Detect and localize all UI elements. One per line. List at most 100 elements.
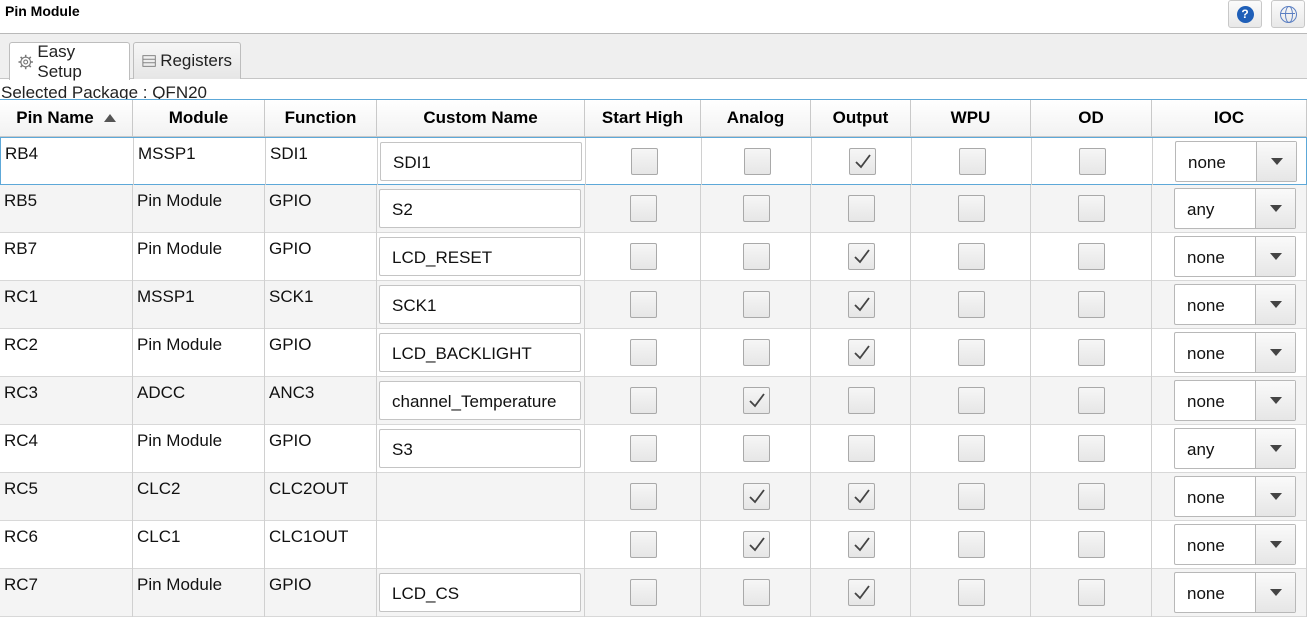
output-checkbox[interactable] [848,579,875,606]
od-checkbox[interactable] [1078,387,1105,414]
custom-name-input[interactable]: LCD_CS [379,573,581,612]
output-checkbox[interactable] [848,387,875,414]
dropdown-button[interactable] [1256,142,1296,181]
wpu-checkbox[interactable] [958,531,985,558]
analog-checkbox[interactable] [743,579,770,606]
output-checkbox[interactable] [848,531,875,558]
wpu-checkbox[interactable] [958,243,985,270]
globe-button[interactable] [1271,0,1305,28]
wpu-checkbox[interactable] [958,435,985,462]
wpu-checkbox[interactable] [958,339,985,366]
column-header-start-high[interactable]: Start High [585,100,701,137]
od-checkbox[interactable] [1078,435,1105,462]
ioc-dropdown[interactable]: any [1174,188,1296,229]
analog-checkbox[interactable] [743,195,770,222]
ioc-dropdown[interactable]: any [1174,428,1296,469]
output-checkbox[interactable] [849,148,876,175]
custom-name-input[interactable]: channel_Temperature [379,381,581,420]
analog-checkbox[interactable] [743,339,770,366]
wpu-checkbox[interactable] [958,579,985,606]
custom-name-input[interactable]: S3 [379,429,581,468]
custom-name-input[interactable]: SDI1 [380,142,582,181]
dropdown-button[interactable] [1255,333,1295,372]
help-button[interactable]: ? [1228,0,1262,28]
table-row[interactable]: RB4 MSSP1 SDI1 SDI1 none [0,137,1307,186]
wpu-checkbox[interactable] [958,483,985,510]
analog-checkbox[interactable] [743,483,770,510]
output-checkbox[interactable] [848,435,875,462]
output-checkbox[interactable] [848,195,875,222]
dropdown-button[interactable] [1255,237,1295,276]
start-high-checkbox[interactable] [630,483,657,510]
dropdown-button[interactable] [1255,573,1295,612]
od-checkbox[interactable] [1078,579,1105,606]
start-high-checkbox[interactable] [630,291,657,318]
tab-easy-setup[interactable]: Easy Setup [9,42,130,81]
ioc-dropdown[interactable]: none [1174,380,1296,421]
start-high-checkbox[interactable] [630,243,657,270]
start-high-checkbox[interactable] [631,148,658,175]
dropdown-button[interactable] [1255,381,1295,420]
analog-checkbox[interactable] [743,531,770,558]
start-high-checkbox[interactable] [630,195,657,222]
start-high-checkbox[interactable] [630,339,657,366]
od-checkbox[interactable] [1078,339,1105,366]
wpu-checkbox[interactable] [959,148,986,175]
wpu-checkbox[interactable] [958,195,985,222]
column-header-analog[interactable]: Analog [701,100,811,137]
dropdown-button[interactable] [1255,525,1295,564]
start-high-checkbox[interactable] [630,531,657,558]
dropdown-button[interactable] [1255,429,1295,468]
cell-custom-name[interactable] [377,473,585,521]
table-row[interactable]: RB7 Pin Module GPIO LCD_RESET none [0,233,1307,281]
wpu-checkbox[interactable] [958,387,985,414]
ioc-dropdown[interactable]: none [1174,284,1296,325]
tab-registers[interactable]: Registers [133,42,241,79]
column-header-ioc[interactable]: IOC [1152,100,1307,137]
analog-checkbox[interactable] [743,435,770,462]
table-row[interactable]: RC1 MSSP1 SCK1 SCK1 none [0,281,1307,329]
cell-custom-name[interactable] [377,521,585,569]
table-row[interactable]: RC6 CLC1 CLC1OUT none [0,521,1307,569]
output-checkbox[interactable] [848,291,875,318]
table-row[interactable]: RC2 Pin Module GPIO LCD_BACKLIGHT none [0,329,1307,377]
ioc-dropdown[interactable]: none [1174,524,1296,565]
table-row[interactable]: RC3 ADCC ANC3 channel_Temperature none [0,377,1307,425]
wpu-checkbox[interactable] [958,291,985,318]
ioc-dropdown[interactable]: none [1174,476,1296,517]
od-checkbox[interactable] [1078,195,1105,222]
table-row[interactable]: RC7 Pin Module GPIO LCD_CS none [0,569,1307,617]
table-row[interactable]: RC4 Pin Module GPIO S3 any [0,425,1307,473]
column-header-wpu[interactable]: WPU [911,100,1031,137]
analog-checkbox[interactable] [743,291,770,318]
analog-checkbox[interactable] [743,387,770,414]
start-high-checkbox[interactable] [630,435,657,462]
ioc-dropdown[interactable]: none [1174,572,1296,613]
od-checkbox[interactable] [1078,531,1105,558]
custom-name-input[interactable]: S2 [379,189,581,228]
start-high-checkbox[interactable] [630,579,657,606]
dropdown-button[interactable] [1255,189,1295,228]
ioc-dropdown[interactable]: none [1175,141,1297,182]
od-checkbox[interactable] [1078,243,1105,270]
column-header-custom-name[interactable]: Custom Name [377,100,585,137]
custom-name-input[interactable]: LCD_BACKLIGHT [379,333,581,372]
ioc-dropdown[interactable]: none [1174,332,1296,373]
dropdown-button[interactable] [1255,477,1295,516]
analog-checkbox[interactable] [743,243,770,270]
column-header-output[interactable]: Output [811,100,911,137]
column-header-od[interactable]: OD [1031,100,1152,137]
custom-name-input[interactable]: SCK1 [379,285,581,324]
column-header-pin-name[interactable]: Pin Name [0,100,133,137]
analog-checkbox[interactable] [744,148,771,175]
dropdown-button[interactable] [1255,285,1295,324]
column-header-function[interactable]: Function [265,100,377,137]
od-checkbox[interactable] [1078,291,1105,318]
od-checkbox[interactable] [1079,148,1106,175]
table-row[interactable]: RC5 CLC2 CLC2OUT none [0,473,1307,521]
output-checkbox[interactable] [848,483,875,510]
output-checkbox[interactable] [848,339,875,366]
ioc-dropdown[interactable]: none [1174,236,1296,277]
od-checkbox[interactable] [1078,483,1105,510]
start-high-checkbox[interactable] [630,387,657,414]
